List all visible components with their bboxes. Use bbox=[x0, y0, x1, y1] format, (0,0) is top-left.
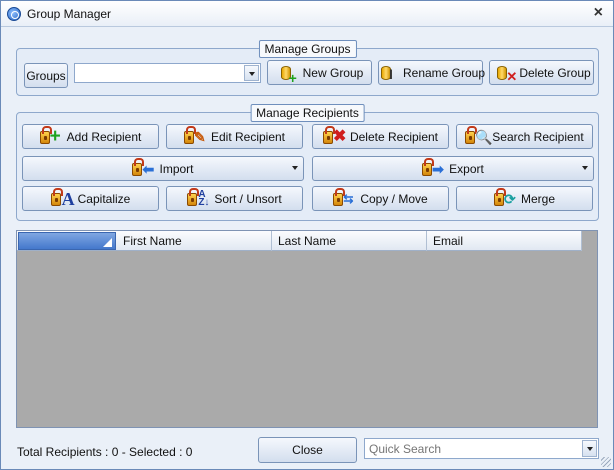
close-icon[interactable]: × bbox=[594, 4, 603, 22]
manage-recipients-title: Manage Recipients bbox=[250, 104, 365, 122]
title-bar[interactable]: Group Manager × bbox=[1, 1, 613, 27]
import-dropdown-button[interactable]: ⬅ Import bbox=[22, 156, 304, 181]
close-button-label: Close bbox=[292, 443, 323, 457]
merge-button[interactable]: ⟳ Merge bbox=[456, 186, 593, 211]
column-header-email[interactable]: Email bbox=[427, 231, 582, 251]
capitalize-button[interactable]: A Capitalize bbox=[22, 186, 159, 211]
column-header-first-name[interactable]: First Name bbox=[117, 231, 272, 251]
delete-recipient-button[interactable]: ✖ Delete Recipient bbox=[312, 124, 449, 149]
import-icon: ⬅ bbox=[132, 157, 156, 178]
groups-button-label: Groups bbox=[26, 68, 66, 83]
delete-recipient-icon: ✖ bbox=[322, 125, 347, 146]
copy-move-label: Copy / Move bbox=[360, 191, 428, 206]
search-recipient-icon: 🔍 bbox=[465, 125, 493, 146]
chevron-down-icon bbox=[582, 166, 588, 170]
copy-move-button[interactable]: ⇆ Copy / Move bbox=[312, 186, 449, 211]
export-label: Export bbox=[449, 161, 484, 176]
edit-recipient-label: Edit Recipient bbox=[210, 129, 286, 144]
edit-recipient-icon: ✎ bbox=[183, 125, 208, 146]
groups-button[interactable]: Groups bbox=[24, 63, 68, 88]
window-title: Group Manager bbox=[27, 7, 112, 21]
chevron-down-icon bbox=[292, 166, 298, 170]
groups-select[interactable] bbox=[74, 63, 261, 83]
app-icon bbox=[7, 7, 21, 21]
rename-group-button[interactable]: I Rename Group bbox=[376, 60, 486, 85]
delete-recipient-label: Delete Recipient bbox=[349, 129, 439, 144]
group-manager-window: Group Manager × Manage Groups Groups + N… bbox=[0, 0, 614, 470]
sort-unsort-button[interactable]: A Z↓ Sort / Unsort bbox=[166, 186, 303, 211]
add-recipient-label: Add Recipient bbox=[66, 129, 142, 144]
total-recipients-status: Total Recipients : 0 - Selected : 0 bbox=[17, 445, 193, 459]
delete-group-button[interactable]: ✕ Delete Group bbox=[489, 60, 594, 85]
search-recipient-button[interactable]: 🔍 Search Recipient bbox=[456, 124, 593, 149]
rename-group-label: Rename Group bbox=[402, 65, 486, 80]
chevron-down-icon[interactable] bbox=[244, 65, 259, 81]
edit-recipient-button[interactable]: ✎ Edit Recipient bbox=[166, 124, 303, 149]
merge-label: Merge bbox=[520, 191, 555, 206]
resize-grip[interactable] bbox=[601, 457, 611, 467]
copy-move-icon: ⇆ bbox=[333, 187, 357, 208]
add-recipient-icon: + bbox=[39, 125, 64, 146]
new-group-label: New Group bbox=[302, 65, 364, 80]
merge-icon: ⟳ bbox=[493, 187, 518, 208]
chevron-down-icon[interactable] bbox=[582, 440, 597, 457]
column-header-last-name[interactable]: Last Name bbox=[272, 231, 427, 251]
add-recipient-button[interactable]: + Add Recipient bbox=[22, 124, 159, 149]
export-dropdown-button[interactable]: ➡ Export bbox=[312, 156, 594, 181]
sort-az-icon: A Z↓ bbox=[187, 187, 211, 208]
delete-group-icon: ✕ bbox=[492, 64, 517, 84]
sort-unsort-label: Sort / Unsort bbox=[214, 191, 282, 206]
export-icon: ➡ bbox=[422, 157, 446, 178]
search-recipient-label: Search Recipient bbox=[492, 129, 584, 144]
import-label: Import bbox=[159, 161, 194, 176]
quick-search-input[interactable] bbox=[364, 438, 599, 459]
manage-groups-title: Manage Groups bbox=[258, 40, 357, 58]
capitalize-icon: A bbox=[50, 187, 75, 208]
new-group-icon: + bbox=[276, 64, 300, 86]
new-group-button[interactable]: + New Group bbox=[267, 60, 372, 86]
close-button[interactable]: Close bbox=[258, 437, 357, 463]
select-all-cell[interactable] bbox=[18, 232, 116, 250]
grid-header: First Name Last Name Email bbox=[17, 231, 582, 251]
delete-group-label: Delete Group bbox=[519, 65, 591, 80]
rename-group-icon: I bbox=[376, 64, 400, 82]
recipients-grid[interactable]: First Name Last Name Email bbox=[16, 230, 598, 428]
capitalize-label: Capitalize bbox=[77, 191, 131, 206]
